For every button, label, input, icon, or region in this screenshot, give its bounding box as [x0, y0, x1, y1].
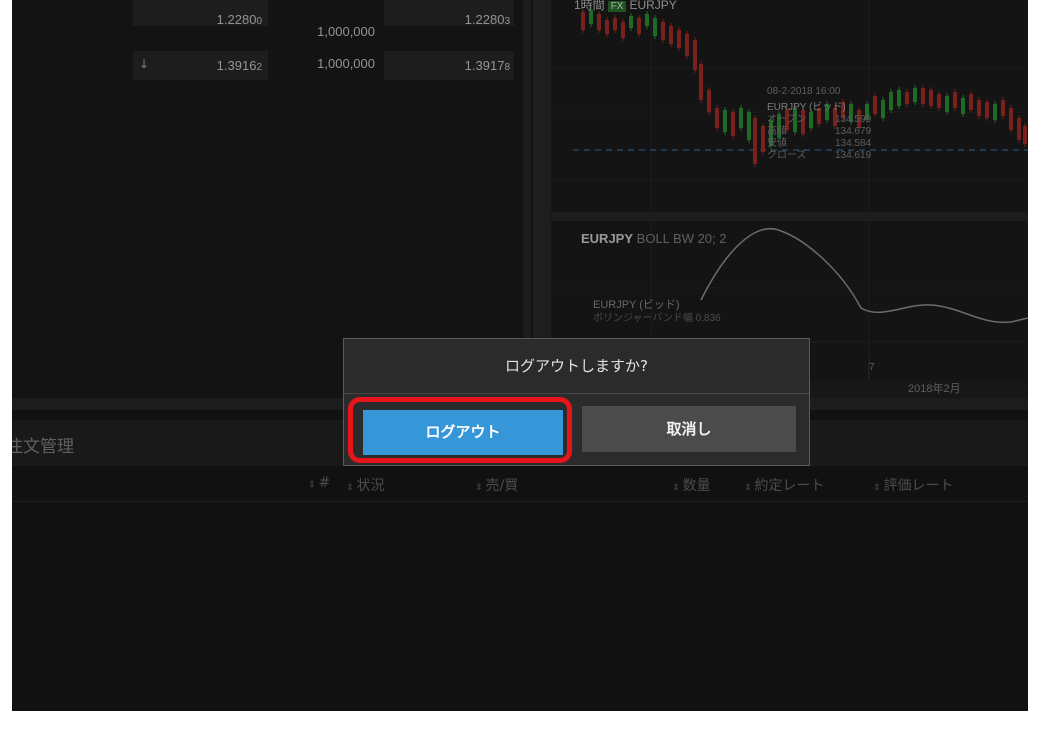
- logout-button[interactable]: ログアウト: [363, 410, 563, 455]
- trading-app: 1.22800 1,000,000 1.22803 1.39162 ↓ 1,00…: [12, 0, 1028, 711]
- logout-button-highlight: ログアウト: [348, 397, 572, 463]
- logout-dialog: ログアウトしますか? ログアウト 取消し: [343, 338, 810, 466]
- dialog-message: ログアウトしますか?: [344, 339, 809, 394]
- cancel-button[interactable]: 取消し: [582, 406, 796, 452]
